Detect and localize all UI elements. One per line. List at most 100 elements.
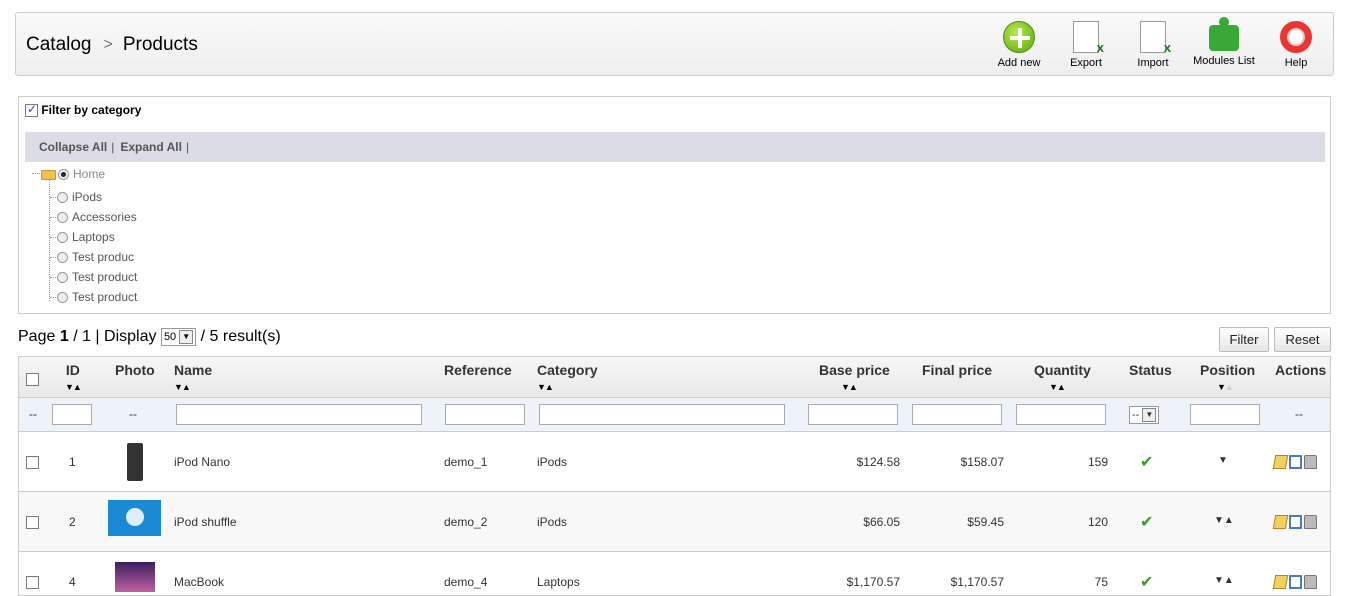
- folder-open-icon: [41, 169, 56, 180]
- filter-category-input[interactable]: [539, 404, 785, 425]
- sort-arrows-icon[interactable]: ▼▲: [841, 382, 890, 392]
- duplicate-icon[interactable]: [1289, 514, 1302, 529]
- row-checkbox[interactable]: [26, 516, 39, 530]
- tree-label: Laptops: [72, 230, 115, 244]
- tree-node-ipods[interactable]: iPods: [57, 189, 102, 205]
- tree-label: Accessories: [72, 210, 137, 224]
- filter-by-category-checkbox[interactable]: [25, 102, 38, 118]
- position-arrows[interactable]: ▼: [1218, 455, 1228, 466]
- tree-node-laptops[interactable]: Laptops: [57, 229, 115, 245]
- excel-import-icon: [1140, 21, 1171, 55]
- edit-icon[interactable]: [1272, 574, 1289, 589]
- delete-icon[interactable]: [1304, 454, 1317, 469]
- filter-reference-input[interactable]: [445, 404, 525, 425]
- duplicate-icon[interactable]: [1289, 574, 1302, 589]
- page-of-label: / 1 | Display: [73, 328, 157, 346]
- filter-base-price-input[interactable]: [808, 404, 898, 425]
- tree-node-test-produc[interactable]: Test produc: [57, 249, 134, 265]
- col-id: ID ▼▲: [65, 362, 82, 392]
- product-thumbnail[interactable]: [108, 500, 161, 536]
- page-label: Page: [18, 328, 56, 346]
- filter-name-input[interactable]: [176, 404, 422, 425]
- col-name-label: Name: [174, 362, 213, 378]
- table-row[interactable]: 2 iPod shuffle demo_2 iPods $66.05 $59.4…: [19, 492, 1330, 552]
- edit-icon[interactable]: [1272, 454, 1289, 469]
- duplicate-icon[interactable]: [1289, 454, 1302, 469]
- reset-button[interactable]: Reset: [1274, 327, 1331, 352]
- breadcrumb-catalog[interactable]: Catalog: [26, 34, 92, 55]
- sort-arrows-icon[interactable]: ▼▲: [1217, 382, 1255, 392]
- filter-position-input[interactable]: [1190, 404, 1260, 425]
- delete-icon[interactable]: [1304, 514, 1317, 529]
- per-page-select[interactable]: 50 ▼: [160, 328, 197, 346]
- modules-list-button[interactable]: Modules List: [1189, 17, 1259, 67]
- delete-icon[interactable]: [1304, 574, 1317, 589]
- export-button[interactable]: Export: [1051, 21, 1121, 69]
- filter-photo-placeholder: --: [129, 407, 137, 421]
- tree-radio[interactable]: [57, 292, 68, 304]
- export-label: Export: [1070, 57, 1102, 69]
- row-reference: demo_2: [444, 515, 488, 529]
- tree-radio[interactable]: [58, 169, 69, 181]
- row-base-price: $1,170.57: [846, 575, 900, 589]
- sort-arrows-icon[interactable]: ▼▲: [174, 382, 212, 392]
- row-quantity: 120: [1087, 515, 1108, 529]
- table-filter-row: -- -- -- ▼ --: [19, 398, 1330, 432]
- row-base-price: $66.05: [863, 515, 900, 529]
- table-row[interactable]: 1 iPod Nano demo_1 iPods $124.58 $158.07…: [19, 432, 1330, 492]
- status-enabled-icon[interactable]: ✔: [1140, 572, 1153, 592]
- tree-radio[interactable]: [57, 232, 68, 244]
- row-category: iPods: [537, 515, 568, 529]
- tree-node-test-product[interactable]: Test product: [57, 269, 137, 285]
- col-final-price: Final price: [922, 362, 993, 378]
- add-new-label: Add new: [997, 57, 1041, 69]
- chevron-down-icon: ▼: [179, 330, 194, 344]
- row-actions: [1272, 514, 1319, 529]
- product-thumbnail[interactable]: [127, 443, 143, 481]
- position-arrows[interactable]: ▼▲: [1214, 515, 1234, 526]
- add-new-button[interactable]: Add new: [984, 21, 1054, 69]
- tree-node-test-product-2[interactable]: Test product: [57, 289, 137, 305]
- status-enabled-icon[interactable]: ✔: [1140, 512, 1153, 532]
- row-id: 1: [69, 455, 76, 469]
- filter-id-input[interactable]: [52, 404, 92, 425]
- table-header: ID ▼▲ Photo Name ▼▲ Reference Category ▼▲ B…: [19, 357, 1330, 398]
- sort-arrows-icon[interactable]: ▼▲: [537, 382, 598, 392]
- col-quantity-label: Quantity: [1034, 362, 1091, 378]
- sort-arrows-icon[interactable]: ▼▲: [1049, 382, 1091, 392]
- tree-label: iPods: [72, 190, 103, 204]
- import-button[interactable]: Import: [1118, 21, 1188, 69]
- col-position: Position ▼▲: [1200, 362, 1255, 392]
- table-row[interactable]: 4 MacBook demo_4 Laptops $1,170.57 $1,17…: [19, 552, 1330, 595]
- row-category: Laptops: [537, 575, 580, 589]
- filter-button[interactable]: Filter: [1219, 327, 1269, 352]
- select-all-checkbox[interactable]: [26, 372, 39, 386]
- position-arrows[interactable]: ▼▲: [1214, 575, 1234, 586]
- tree-radio[interactable]: [57, 272, 68, 284]
- tree-radio[interactable]: [57, 252, 68, 264]
- tree-radio[interactable]: [57, 192, 68, 204]
- help-button[interactable]: Help: [1261, 21, 1331, 69]
- row-checkbox[interactable]: [26, 456, 39, 470]
- filter-placeholder: --: [29, 407, 37, 421]
- chevron-down-icon: ▼: [1142, 408, 1157, 422]
- status-enabled-icon[interactable]: ✔: [1140, 452, 1153, 472]
- tree-controls-bar: Collapse All | Expand All |: [25, 132, 1325, 162]
- tree-node-accessories[interactable]: Accessories: [57, 209, 137, 225]
- filter-final-price-input[interactable]: [912, 404, 1002, 425]
- modules-list-label: Modules List: [1193, 55, 1255, 67]
- help-label: Help: [1284, 57, 1308, 69]
- expand-all-link[interactable]: Expand All: [120, 140, 182, 154]
- filter-status-select[interactable]: -- ▼: [1129, 406, 1160, 424]
- edit-icon[interactable]: [1272, 514, 1289, 529]
- puzzle-icon: [1209, 17, 1239, 51]
- col-category: Category ▼▲: [537, 362, 598, 392]
- collapse-all-link[interactable]: Collapse All: [39, 140, 107, 154]
- tree-node-home[interactable]: Home: [41, 166, 105, 182]
- tree-radio[interactable]: [57, 212, 68, 224]
- row-checkbox[interactable]: [26, 576, 39, 590]
- filter-quantity-input[interactable]: [1016, 404, 1106, 425]
- sort-arrows-icon[interactable]: ▼▲: [65, 382, 82, 392]
- status-filter-value: --: [1132, 408, 1140, 421]
- product-thumbnail[interactable]: [115, 562, 155, 592]
